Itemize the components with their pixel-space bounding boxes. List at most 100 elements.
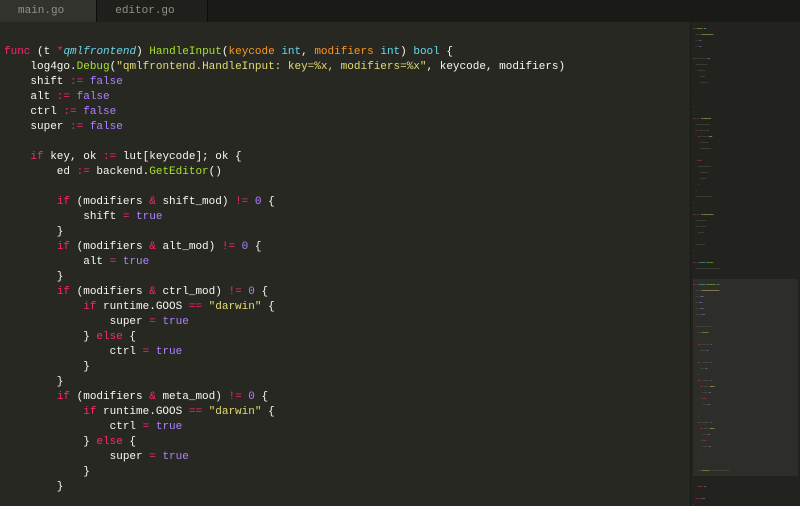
code-token: {: [255, 286, 268, 298]
tab-editor-go[interactable]: editor.go: [97, 0, 207, 22]
code-token: HandleInput: [149, 46, 222, 58]
code-token: :=: [63, 106, 76, 118]
code-token: {: [440, 46, 453, 58]
code-token: :=: [103, 151, 116, 163]
code-token: ctrl_mod): [156, 286, 229, 298]
code-token: (: [222, 46, 229, 58]
code-token: (modifiers: [70, 391, 149, 403]
code-token: {: [261, 406, 274, 418]
code-token: "darwin": [209, 406, 262, 418]
code-token: }: [4, 271, 63, 283]
code-token: :=: [57, 91, 70, 103]
code-token: {: [255, 391, 268, 403]
code-token: (modifiers: [70, 196, 149, 208]
code-token: [202, 301, 209, 313]
code-token: keycode: [229, 46, 282, 58]
tab-bar: main.go editor.go: [0, 0, 800, 22]
code-token: super: [4, 451, 149, 463]
code-token: &: [149, 391, 156, 403]
code-token: {: [123, 436, 136, 448]
code-token: {: [123, 331, 136, 343]
code-token: }: [4, 361, 90, 373]
code-token: true: [162, 316, 188, 328]
code-token: !=: [228, 391, 241, 403]
code-token: ctrl: [4, 421, 143, 433]
code-token: }: [4, 436, 96, 448]
code-token: [235, 241, 242, 253]
code-token: "qmlfrontend.HandleInput: key=%x, modifi…: [116, 61, 426, 73]
code-token: if: [57, 196, 70, 208]
code-token: ctrl: [4, 106, 63, 118]
code-token: [4, 196, 57, 208]
code-token: !=: [235, 196, 248, 208]
code-token: [4, 301, 83, 313]
code-token: =: [149, 451, 156, 463]
code-token: func: [4, 46, 37, 58]
code-token: [83, 121, 90, 133]
code-token: true: [156, 346, 182, 358]
code-token: true: [136, 211, 162, 223]
code-editor[interactable]: func (t *qmlfrontend) HandleInput(keycod…: [0, 22, 690, 506]
code-token: [248, 196, 255, 208]
code-token: :=: [70, 76, 83, 88]
code-token: [4, 241, 57, 253]
code-token: &: [149, 196, 156, 208]
code-token: (): [209, 166, 222, 178]
code-token: else: [96, 331, 122, 343]
code-token: shift_mod): [156, 196, 235, 208]
code-token: lut[keycode]; ok {: [116, 151, 241, 163]
code-token: qmlfrontend: [63, 46, 136, 58]
code-token: &: [149, 241, 156, 253]
code-token: (modifiers: [70, 241, 149, 253]
code-token: =: [149, 316, 156, 328]
code-token: shift: [4, 211, 123, 223]
code-token: alt_mod): [156, 241, 222, 253]
code-token: if: [83, 301, 96, 313]
code-token: ): [400, 46, 413, 58]
code-token: ==: [189, 301, 202, 313]
code-token: if: [57, 241, 70, 253]
code-token: {: [261, 301, 274, 313]
code-token: (modifiers: [70, 286, 149, 298]
code-token: true: [156, 421, 182, 433]
code-token: 0: [248, 286, 255, 298]
code-token: {: [248, 241, 261, 253]
code-token: key, ok: [44, 151, 103, 163]
code-token: [149, 421, 156, 433]
code-token: &: [149, 286, 156, 298]
code-token: if: [57, 391, 70, 403]
code-token: super: [4, 316, 149, 328]
minimap[interactable]: ▬▬ ▬▬▬▬▬ ▬▬ ▬▬▬▬ ▬▬▬▬▬▬▬▬▬▬ ▬▬ ▬▬ ▬▬ ▬▬ …: [690, 22, 800, 506]
code-token: if: [57, 286, 70, 298]
code-token: true: [162, 451, 188, 463]
code-token: [149, 346, 156, 358]
code-token: }: [4, 331, 96, 343]
code-token: [202, 406, 209, 418]
code-token: (t: [37, 46, 57, 58]
code-token: [4, 391, 57, 403]
code-token: int: [281, 46, 301, 58]
code-token: super: [4, 121, 70, 133]
code-token: meta_mod): [156, 391, 229, 403]
code-token: ctrl: [4, 346, 143, 358]
code-token: [4, 151, 30, 163]
code-token: ): [136, 46, 149, 58]
code-token: backend.: [90, 166, 149, 178]
code-token: alt: [4, 256, 110, 268]
code-token: }: [4, 376, 63, 388]
code-token: int: [380, 46, 400, 58]
code-token: !=: [222, 241, 235, 253]
code-token: false: [90, 76, 123, 88]
code-token: if: [83, 406, 96, 418]
tab-main-go[interactable]: main.go: [0, 0, 97, 22]
code-token: ,: [301, 46, 314, 58]
code-token: 0: [248, 391, 255, 403]
code-token: "darwin": [209, 301, 262, 313]
code-token: bool: [413, 46, 439, 58]
code-token: ed: [4, 166, 77, 178]
code-token: , keycode, modifiers): [427, 61, 566, 73]
code-token: {: [261, 196, 274, 208]
code-token: true: [123, 256, 149, 268]
code-token: false: [77, 91, 110, 103]
code-token: runtime.GOOS: [96, 301, 188, 313]
